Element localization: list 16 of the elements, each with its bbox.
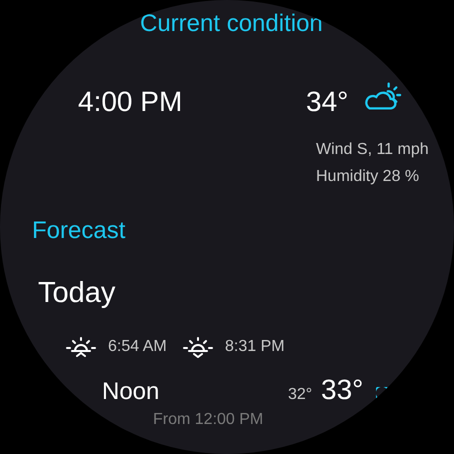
period-start-time: From 12:00 PM (153, 410, 264, 430)
section-title: Current condition (140, 9, 323, 39)
current-temperature: 34° (306, 85, 350, 119)
period-name: Noon (102, 377, 160, 407)
sunrise-time: 6:54 AM (108, 338, 168, 356)
partly-cloudy-icon (362, 81, 402, 111)
humidity-text: Humidity 28 % (316, 167, 420, 187)
low-temperature: 32° (288, 386, 314, 404)
section-title: Forecast (32, 216, 126, 246)
sunset-icon (183, 336, 213, 358)
current-time: 4:00 PM (78, 85, 184, 119)
wind-text: Wind S, 11 mph (316, 140, 429, 160)
sunset-time: 8:31 PM (225, 338, 286, 356)
sunrise-icon (66, 336, 96, 358)
high-temperature: 33° (321, 375, 364, 405)
day-label: Today (38, 276, 116, 311)
